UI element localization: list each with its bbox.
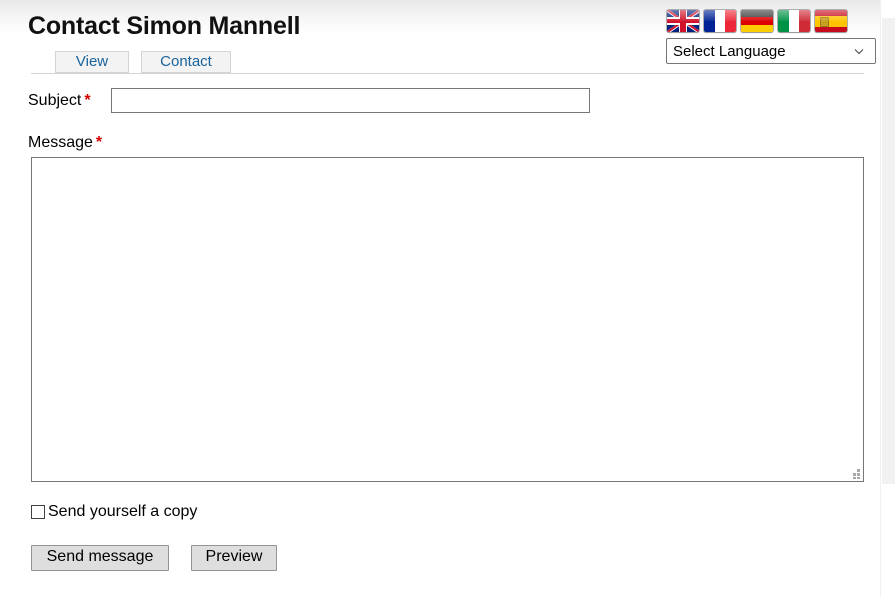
subject-label-text: Subject	[28, 92, 82, 109]
subject-input[interactable]	[111, 88, 590, 113]
page-scrollbar[interactable]	[880, 0, 896, 597]
germany-flag-icon[interactable]	[741, 10, 773, 32]
subject-required-marker: *	[84, 92, 91, 109]
page-title: Contact Simon Mannell	[28, 12, 301, 40]
france-flag-icon[interactable]	[704, 10, 736, 32]
message-required-marker: *	[95, 134, 103, 151]
send-copy-row: Send yourself a copy	[31, 503, 197, 521]
tab-contact[interactable]: Contact	[141, 51, 231, 73]
italy-flag-icon[interactable]	[778, 10, 810, 32]
message-textarea[interactable]	[32, 158, 863, 481]
language-flag-row	[667, 10, 878, 33]
tab-bar-rule	[31, 73, 864, 74]
send-copy-checkbox[interactable]	[31, 505, 45, 519]
contact-page: Contact Simon Mannell Select Language Vi…	[0, 0, 896, 597]
preview-button[interactable]: Preview	[191, 545, 277, 571]
message-label-text: Message	[28, 134, 93, 151]
tab-view[interactable]: View	[55, 51, 129, 73]
message-label: Message *	[28, 134, 102, 152]
send-copy-label[interactable]: Send yourself a copy	[48, 503, 197, 521]
spain-flag-icon[interactable]	[815, 10, 847, 32]
subject-label: Subject *	[28, 92, 91, 110]
united-kingdom-flag-icon[interactable]	[667, 10, 699, 32]
page-scrollbar-thumb[interactable]	[882, 18, 895, 484]
message-textarea-container	[31, 157, 864, 482]
tab-bar: View Contact	[31, 48, 864, 74]
send-message-button[interactable]: Send message	[31, 545, 169, 571]
